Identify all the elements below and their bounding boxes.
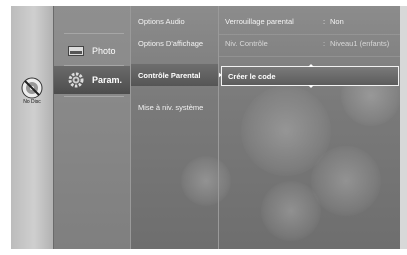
submenu-parental-control-label: Contrôle Parental <box>138 71 201 80</box>
option-parental-lock-label: Verrouillage parental <box>225 17 294 26</box>
category-photo-label: Photo <box>92 46 116 56</box>
submenu-parental-control[interactable]: Contrôle Parental <box>131 64 222 86</box>
option-control-level[interactable]: Niv. Contrôle : Niveau1 (enfants) <box>225 39 389 48</box>
category-settings-label: Param. <box>92 75 123 85</box>
submenu-audio-options[interactable]: Options Audio <box>138 17 185 26</box>
option-control-level-label: Niv. Contrôle <box>225 39 268 48</box>
menu-screen: No Disc Photo Param. Options Audio Optio… <box>11 6 400 249</box>
category-column: Photo Param. <box>53 6 131 249</box>
photo-icon <box>68 46 84 56</box>
divider <box>219 34 400 35</box>
option-parental-lock[interactable]: Verrouillage parental : Non <box>225 17 344 26</box>
separator: : <box>323 17 326 26</box>
submenu-column: Options Audio Options D'affichage Contrô… <box>130 6 222 249</box>
separator: : <box>323 39 326 48</box>
option-control-level-value: Niveau1 (enfants) <box>330 39 390 48</box>
category-settings[interactable]: Param. <box>54 66 131 94</box>
divider <box>64 96 124 97</box>
right-edge-strip <box>400 6 407 249</box>
option-create-code-label: Créer le code <box>228 72 276 81</box>
divider <box>64 33 124 34</box>
no-disc-icon <box>21 77 43 99</box>
submenu-system-upgrade[interactable]: Mise à niv. système <box>138 103 203 112</box>
option-create-code[interactable]: Créer le code <box>221 64 399 88</box>
arrow-up-icon <box>308 64 314 67</box>
submenu-display-options[interactable]: Options D'affichage <box>138 39 203 48</box>
divider <box>219 56 400 57</box>
category-photo[interactable]: Photo <box>54 37 131 65</box>
option-parental-lock-value: Non <box>330 17 344 26</box>
options-column: Verrouillage parental : Non Niv. Contrôl… <box>218 6 400 249</box>
disc-column: No Disc <box>11 6 53 249</box>
arrow-down-icon <box>308 85 314 88</box>
gear-icon <box>68 72 84 88</box>
no-disc-label: No Disc <box>23 99 41 105</box>
